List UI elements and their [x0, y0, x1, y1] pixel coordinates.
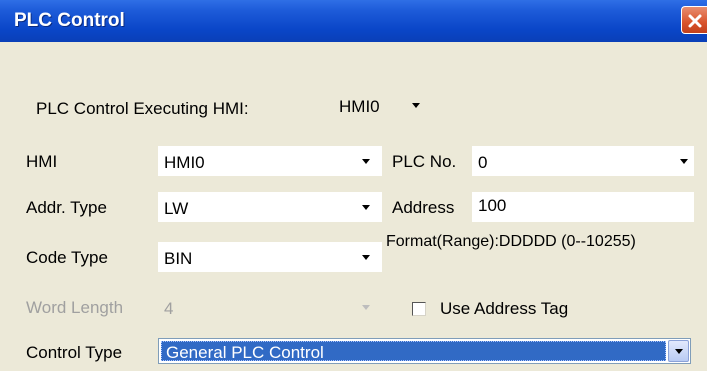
chevron-down-icon — [362, 159, 370, 164]
use-address-tag-label: Use Address Tag — [440, 299, 569, 318]
format-range-text: Format(Range):DDDDD (0--10255) — [386, 233, 636, 250]
title-bar[interactable]: PLC Control — [0, 0, 707, 42]
hmi-select[interactable]: HMI0 — [158, 146, 382, 176]
addr-type-value: LW — [164, 199, 189, 218]
plc-control-dialog: PLC Control PLC Control Executing HMI: H… — [0, 0, 707, 371]
chevron-down-icon — [362, 255, 370, 260]
use-address-tag-checkbox[interactable] — [412, 302, 426, 316]
chevron-down-icon — [362, 305, 370, 310]
executing-hmi-select[interactable]: HMI0 — [329, 90, 441, 120]
code-type-value: BIN — [164, 249, 193, 268]
executing-hmi-value: HMI0 — [339, 97, 380, 116]
chevron-down-icon — [412, 103, 420, 108]
close-icon — [688, 14, 702, 28]
code-type-label: Code Type — [26, 248, 108, 267]
code-type-select[interactable]: BIN — [158, 242, 382, 272]
dialog-title: PLC Control — [14, 10, 125, 31]
control-type-dropdown-button[interactable] — [668, 340, 689, 362]
address-input[interactable]: 100 — [472, 192, 694, 222]
plc-no-value: 0 — [478, 153, 488, 172]
hmi-label: HMI — [26, 152, 58, 171]
control-type-highlight: General PLC Control — [161, 341, 666, 362]
addr-type-select[interactable]: LW — [158, 192, 382, 222]
word-length-label: Word Length — [26, 298, 124, 317]
control-type-label: Control Type — [26, 343, 123, 362]
chevron-down-icon — [680, 159, 688, 164]
plc-no-select[interactable]: 0 — [472, 146, 694, 176]
addr-type-label: Addr. Type — [26, 198, 107, 217]
close-button[interactable] — [681, 6, 707, 34]
executing-hmi-label: PLC Control Executing HMI: — [36, 99, 249, 118]
hmi-value: HMI0 — [164, 153, 205, 172]
plc-no-label: PLC No. — [392, 152, 457, 171]
chevron-down-icon — [675, 349, 683, 354]
control-type-select[interactable]: General PLC Control — [158, 338, 691, 364]
control-type-value: General PLC Control — [166, 343, 324, 362]
address-value: 100 — [478, 196, 507, 215]
word-length-value: 4 — [164, 299, 174, 318]
chevron-down-icon — [362, 205, 370, 210]
address-label: Address — [392, 198, 455, 217]
word-length-select[interactable]: 4 — [158, 292, 382, 322]
